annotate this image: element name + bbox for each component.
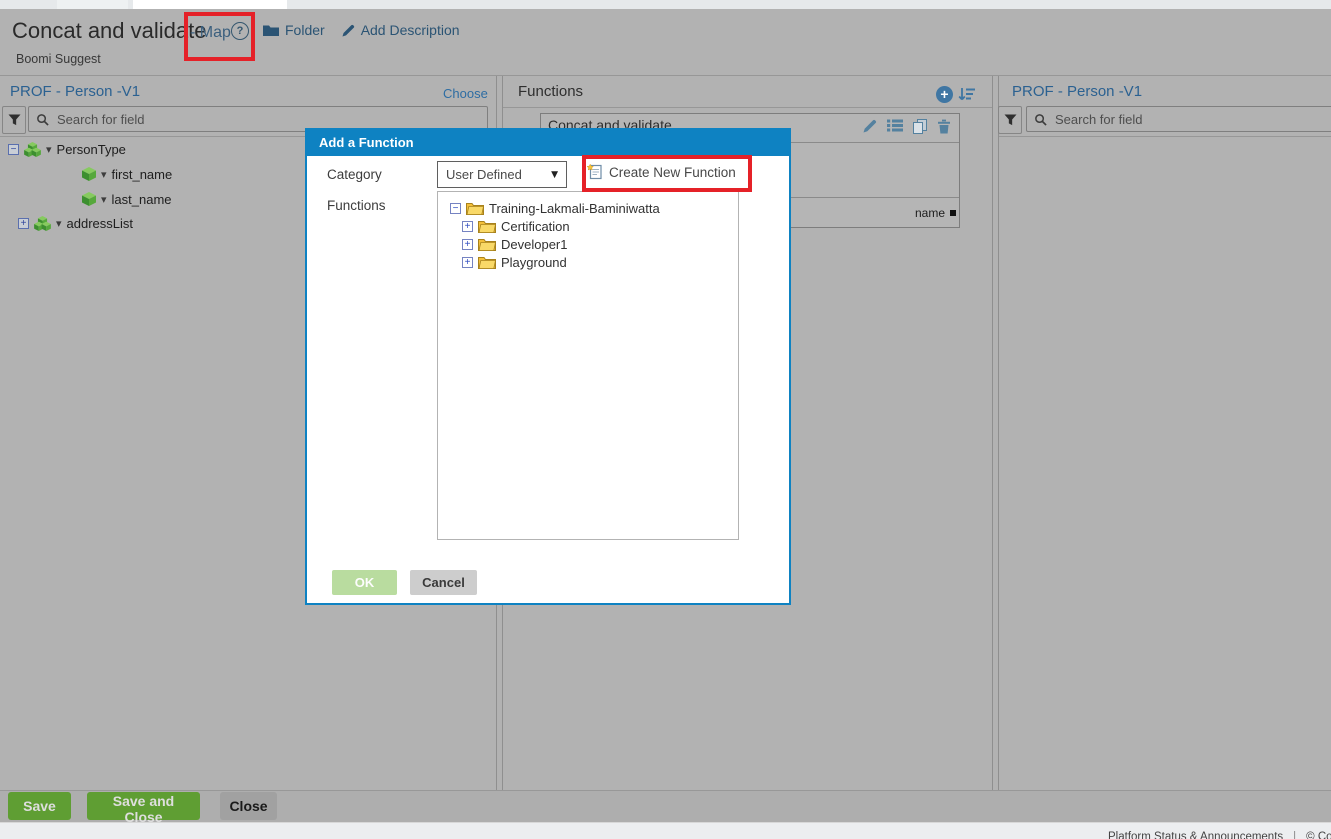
tree-node-label: first_name bbox=[111, 166, 173, 182]
copy-function-icon[interactable] bbox=[913, 119, 927, 134]
tree-node-label: last_name bbox=[111, 191, 172, 207]
tree-node-label: addressList bbox=[66, 215, 134, 231]
choose-link[interactable]: Choose bbox=[443, 86, 488, 101]
search-icon bbox=[36, 113, 49, 126]
platform-status-link[interactable]: Platform Status & Announcements bbox=[1108, 831, 1283, 839]
source-search-input[interactable] bbox=[55, 110, 480, 128]
connector-anchor[interactable] bbox=[950, 210, 956, 216]
panels-top-border bbox=[0, 75, 1331, 76]
folder-row-training[interactable]: − Training-Lakmali-Baminiwatta bbox=[450, 198, 660, 218]
page-title: Concat and validate bbox=[12, 18, 207, 43]
map-editor-screen: Concat and validate - Map ? Folder Add D… bbox=[0, 0, 1331, 839]
function-output-label: name bbox=[914, 206, 945, 220]
cancel-button[interactable]: Cancel bbox=[410, 570, 477, 595]
expand-icon[interactable]: + bbox=[462, 256, 473, 268]
tree-row-persontype[interactable]: − ▾ PersonType bbox=[8, 139, 126, 159]
tree-node-label: PersonType bbox=[56, 141, 126, 157]
save-button[interactable]: Save bbox=[8, 792, 71, 820]
target-search-input[interactable] bbox=[1053, 110, 1331, 128]
folder-label: Playground bbox=[501, 254, 567, 270]
collapse-icon[interactable]: − bbox=[450, 202, 461, 214]
element-icon bbox=[82, 192, 96, 206]
caret-down-icon[interactable]: ▾ bbox=[46, 143, 52, 156]
caret-down-icon[interactable]: ▾ bbox=[101, 168, 107, 181]
expand-icon[interactable]: + bbox=[462, 220, 473, 232]
element-group-icon bbox=[34, 216, 51, 231]
folder-label: Developer1 bbox=[501, 236, 568, 252]
folder-yellow-icon bbox=[466, 201, 484, 215]
caret-down-icon[interactable]: ▾ bbox=[101, 193, 107, 206]
target-search bbox=[1026, 106, 1331, 132]
create-new-function-label: Create New Function bbox=[609, 164, 736, 180]
tree-row-first-name[interactable]: ▾ first_name bbox=[82, 164, 172, 184]
component-type-label: - Map bbox=[190, 24, 231, 41]
statusbar-separator: | bbox=[1293, 831, 1297, 839]
dropdown-caret-icon: ▼ bbox=[551, 169, 558, 180]
help-icon[interactable]: ? bbox=[231, 22, 249, 40]
folder-row-playground[interactable]: + Playground bbox=[462, 252, 567, 272]
source-profile-title: PROF - Person -V1 bbox=[10, 83, 141, 100]
filter-icon bbox=[1004, 114, 1017, 126]
pencil-icon bbox=[342, 24, 355, 37]
folder-label: Certification bbox=[501, 218, 570, 234]
filter-icon bbox=[8, 114, 21, 126]
folder-yellow-icon bbox=[478, 255, 496, 269]
function-details-icon[interactable] bbox=[887, 119, 903, 132]
create-new-function-button[interactable]: Create New Function bbox=[587, 164, 736, 180]
tree-row-last-name[interactable]: ▾ last_name bbox=[82, 189, 172, 209]
ok-button[interactable]: OK bbox=[332, 570, 397, 595]
panel-divider bbox=[998, 76, 999, 790]
folder-row-certification[interactable]: + Certification bbox=[462, 216, 570, 236]
category-selected-value: User Defined bbox=[446, 167, 522, 182]
functions-panel-title: Functions bbox=[518, 83, 584, 100]
save-and-close-button[interactable]: Save and Close bbox=[87, 792, 200, 825]
add-function-button[interactable]: + bbox=[936, 86, 953, 103]
expand-icon[interactable]: + bbox=[462, 238, 473, 250]
sort-functions-icon[interactable] bbox=[958, 87, 976, 103]
folder-yellow-icon bbox=[478, 237, 496, 251]
add-description-button[interactable]: Add Description bbox=[342, 22, 460, 38]
caret-down-icon[interactable]: ▾ bbox=[56, 217, 62, 230]
filter-button[interactable] bbox=[2, 106, 26, 134]
new-function-icon bbox=[587, 164, 603, 180]
browser-tabs-strip bbox=[0, 0, 1331, 9]
browser-tab-inactive[interactable] bbox=[57, 0, 128, 9]
delete-function-icon[interactable] bbox=[937, 119, 951, 134]
functions-header-border bbox=[503, 107, 992, 108]
expand-icon[interactable]: + bbox=[18, 217, 29, 229]
category-label: Category bbox=[327, 167, 382, 182]
collapse-icon[interactable]: − bbox=[8, 143, 19, 155]
close-button[interactable]: Close bbox=[220, 792, 277, 820]
element-group-icon bbox=[24, 142, 41, 157]
boomi-suggest-tab[interactable]: Boomi Suggest bbox=[16, 52, 101, 66]
add-description-label: Add Description bbox=[360, 22, 460, 38]
target-profile-title: PROF - Person -V1 bbox=[1012, 83, 1143, 100]
functions-label: Functions bbox=[327, 198, 386, 213]
panel-divider bbox=[992, 76, 993, 790]
add-function-modal: Add a Function Category User Defined ▼ C… bbox=[305, 128, 791, 605]
folder-label: Training-Lakmali-Baminiwatta bbox=[489, 200, 660, 216]
filter-button[interactable] bbox=[998, 106, 1022, 134]
search-row-border bbox=[999, 136, 1331, 137]
folder-button[interactable]: Folder bbox=[263, 22, 325, 38]
tree-row-addresslist[interactable]: + ▾ addressList bbox=[18, 213, 133, 233]
edit-function-icon[interactable] bbox=[863, 119, 877, 133]
modal-title: Add a Function bbox=[307, 130, 789, 156]
search-icon bbox=[1034, 113, 1047, 126]
element-icon bbox=[82, 167, 96, 181]
folder-button-label: Folder bbox=[285, 22, 325, 38]
function-folder-tree: − Training-Lakmali-Baminiwatta + Certifi… bbox=[437, 191, 739, 540]
browser-tab-active[interactable] bbox=[133, 0, 287, 9]
category-select[interactable]: User Defined ▼ bbox=[437, 161, 567, 188]
folder-icon bbox=[263, 24, 279, 36]
folder-yellow-icon bbox=[478, 219, 496, 233]
folder-row-developer1[interactable]: + Developer1 bbox=[462, 234, 568, 254]
copyright-text: © Copyri bbox=[1306, 831, 1331, 839]
